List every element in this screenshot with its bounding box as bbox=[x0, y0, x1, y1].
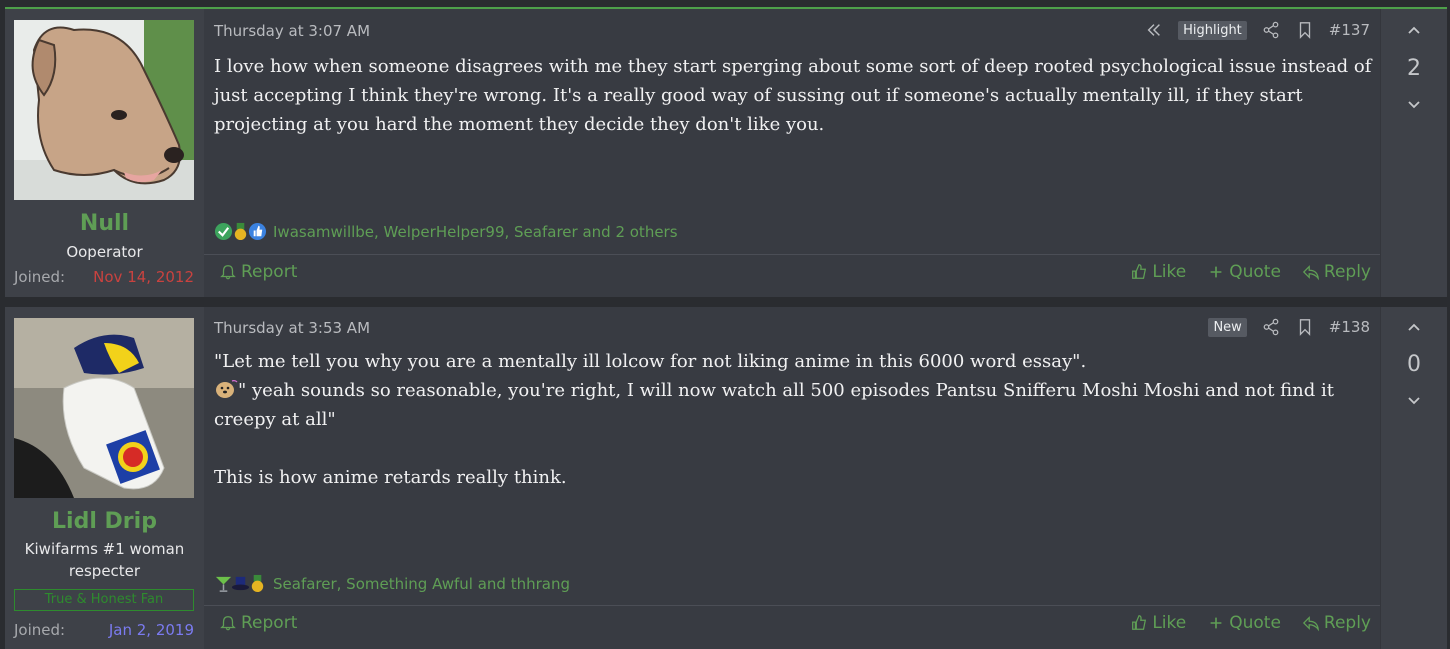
like-label: Like bbox=[1152, 613, 1187, 633]
message-paragraph: "Let me tell you why you are a mentally … bbox=[214, 351, 1087, 372]
user-banner: True & Honest Fan bbox=[14, 589, 194, 611]
footer-divider bbox=[204, 254, 1380, 255]
joined-date: Nov 14, 2012 bbox=[93, 268, 194, 286]
avatar[interactable] bbox=[14, 20, 194, 200]
report-label: Report bbox=[241, 613, 298, 633]
share-icon[interactable] bbox=[1261, 20, 1281, 40]
message-paragraph-with-emoji: " yeah sounds so reasonable, you're righ… bbox=[214, 376, 1374, 434]
quote-label: Quote bbox=[1229, 613, 1281, 633]
avatar-sock-sandal-image bbox=[14, 318, 194, 498]
avatar[interactable] bbox=[14, 318, 194, 498]
like-label: Like bbox=[1152, 262, 1187, 282]
quote-button[interactable]: Quote bbox=[1206, 262, 1281, 282]
bookmark-icon[interactable] bbox=[1295, 317, 1315, 337]
like-button[interactable]: Like bbox=[1129, 613, 1186, 633]
post-action-bar: Like Quote Reply bbox=[1129, 262, 1371, 282]
report-link[interactable]: Report bbox=[218, 262, 297, 282]
vote-panel: 2 bbox=[1380, 9, 1447, 297]
post-number-link[interactable]: #137 bbox=[1329, 21, 1370, 39]
message-paragraph: I love how when someone disagrees with m… bbox=[214, 56, 1372, 135]
medal-reaction-icon bbox=[248, 574, 267, 593]
share-icon[interactable] bbox=[1261, 317, 1281, 337]
message-line: " yeah sounds so reasonable, you're righ… bbox=[214, 380, 1334, 430]
username[interactable]: Lidl Drip bbox=[5, 509, 204, 534]
reply-button[interactable]: Reply bbox=[1301, 613, 1371, 633]
reply-icon bbox=[1301, 613, 1321, 633]
post-number-link[interactable]: #138 bbox=[1329, 318, 1370, 336]
report-link[interactable]: Report bbox=[218, 613, 297, 633]
highlight-badge: Highlight bbox=[1178, 20, 1247, 40]
message-paragraph: This is how anime retards really think. bbox=[214, 467, 567, 488]
thumbs-up-icon bbox=[1129, 262, 1149, 282]
plus-icon bbox=[1206, 262, 1226, 282]
like-button[interactable]: Like bbox=[1129, 262, 1186, 282]
joined-date: Jan 2, 2019 bbox=[108, 621, 194, 639]
reply-icon bbox=[1301, 262, 1321, 282]
joined-label: Joined: bbox=[14, 268, 66, 286]
post-137: Null Ooperator Joined: Nov 14, 2012 Thur… bbox=[5, 9, 1447, 297]
bookmark-icon[interactable] bbox=[1295, 20, 1315, 40]
reactions-bar[interactable]: Iwasamwillbe, WelperHelper99, Seafarer a… bbox=[214, 222, 678, 241]
chevron-up-icon[interactable] bbox=[1381, 319, 1447, 339]
report-label: Report bbox=[241, 262, 298, 282]
quote-label: Quote bbox=[1229, 262, 1281, 282]
avatar-dog-image bbox=[14, 20, 194, 200]
rewind-icon[interactable] bbox=[1144, 20, 1164, 40]
post-date[interactable]: Thursday at 3:07 AM bbox=[214, 22, 370, 40]
bell-icon bbox=[218, 613, 238, 633]
post-meta-actions: New #138 bbox=[1208, 317, 1370, 337]
post-date[interactable]: Thursday at 3:53 AM bbox=[214, 319, 370, 337]
thumbs-up-reaction-icon bbox=[248, 222, 267, 241]
doge-emoji-icon bbox=[214, 379, 238, 399]
joined-label: Joined: bbox=[14, 621, 66, 639]
chevron-up-icon[interactable] bbox=[1381, 22, 1447, 42]
thumbs-up-icon bbox=[1129, 613, 1149, 633]
post-message: I love how when someone disagrees with m… bbox=[214, 52, 1374, 139]
user-title: Ooperator bbox=[66, 243, 143, 261]
chevron-down-icon[interactable] bbox=[1381, 97, 1447, 117]
footer-divider bbox=[204, 605, 1380, 606]
reaction-users-list[interactable]: Seafarer, Something Awful and thhrang bbox=[273, 575, 570, 593]
chevron-down-icon[interactable] bbox=[1381, 393, 1447, 413]
user-title: Kiwifarms #1 woman respecter bbox=[24, 540, 185, 580]
reaction-users-list[interactable]: Iwasamwillbe, WelperHelper99, Seafarer a… bbox=[273, 223, 678, 241]
user-info-panel: Lidl Drip Kiwifarms #1 woman respecter T… bbox=[5, 307, 204, 649]
post-action-bar: Like Quote Reply bbox=[1129, 613, 1371, 633]
reply-button[interactable]: Reply bbox=[1301, 262, 1371, 282]
vote-score: 0 bbox=[1407, 352, 1421, 377]
reply-label: Reply bbox=[1323, 613, 1371, 633]
username[interactable]: Null bbox=[5, 211, 204, 236]
post-message: "Let me tell you why you are a mentally … bbox=[214, 347, 1374, 492]
vote-score: 2 bbox=[1407, 56, 1421, 81]
post-meta-actions: Highlight #137 bbox=[1144, 20, 1370, 40]
reply-label: Reply bbox=[1323, 262, 1371, 282]
reactions-bar[interactable]: Seafarer, Something Awful and thhrang bbox=[214, 574, 570, 593]
new-badge: New bbox=[1208, 317, 1247, 337]
post-138: Lidl Drip Kiwifarms #1 woman respecter T… bbox=[5, 307, 1447, 649]
plus-icon bbox=[1206, 613, 1226, 633]
bell-icon bbox=[218, 262, 238, 282]
quote-button[interactable]: Quote bbox=[1206, 613, 1281, 633]
user-info-panel: Null Ooperator Joined: Nov 14, 2012 bbox=[5, 9, 204, 297]
vote-panel: 0 bbox=[1380, 307, 1447, 649]
